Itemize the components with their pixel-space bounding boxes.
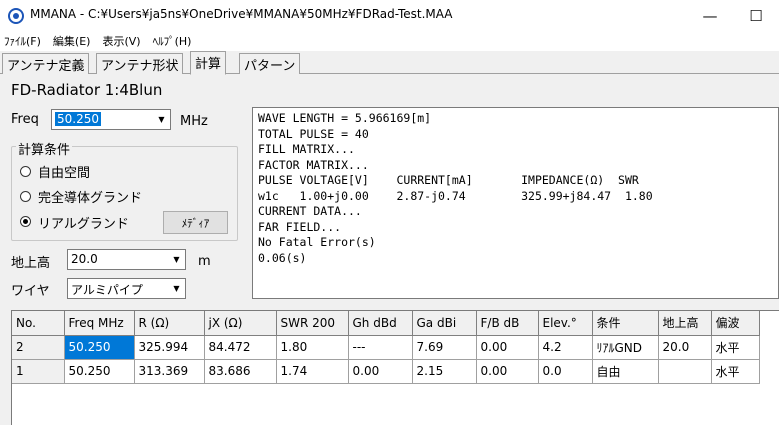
table-cell[interactable]: 0.00 bbox=[348, 359, 413, 384]
menu-help[interactable]: ﾍﾙﾌﾟ(H) bbox=[153, 33, 192, 49]
table-cell[interactable] bbox=[658, 359, 712, 384]
maximize-button[interactable]: ☐ bbox=[733, 0, 779, 31]
table-row[interactable]: 1 50.250 313.369 83.686 1.74 0.00 2.15 0.00 0.0 自… bbox=[12, 359, 760, 384]
media-button[interactable]: ﾒﾃﾞｨｱ bbox=[163, 211, 228, 234]
table-cell[interactable]: 水平 bbox=[711, 335, 760, 360]
table-cell[interactable]: 50.250 bbox=[64, 359, 135, 384]
table-cell[interactable]: 313.369 bbox=[134, 359, 205, 384]
tab-antenna-shape[interactable]: アンテナ形状 bbox=[96, 53, 184, 74]
radio-perfect-ground[interactable] bbox=[20, 191, 31, 202]
table-cell[interactable]: 0.0 bbox=[538, 359, 593, 384]
title-bar: MMANA - C:¥Users¥ja5ns¥OneDrive¥MMANA¥50… bbox=[0, 0, 779, 31]
column-header[interactable]: jX (Ω) bbox=[204, 311, 277, 336]
output-line: FILL MATRIX... bbox=[258, 142, 355, 156]
output-line: CURRENT DATA... bbox=[258, 204, 362, 218]
freq-combo[interactable]: 50.250 ▼ bbox=[51, 109, 171, 130]
tab-calculation[interactable]: 計算 bbox=[190, 51, 227, 75]
radio-free-space[interactable] bbox=[20, 166, 31, 177]
results-table: No. Freq MHz R (Ω) jX (Ω) SWR 200 Gh dBd Ga dB… bbox=[12, 311, 760, 384]
row-number-cell[interactable]: 1 bbox=[12, 359, 65, 384]
tab-strip: アンテナ定義 アンテナ形状 計算 パターン bbox=[0, 51, 779, 75]
height-unit: m bbox=[198, 254, 211, 269]
row-number-cell[interactable]: 2 bbox=[12, 335, 65, 360]
column-header[interactable]: R (Ω) bbox=[134, 311, 205, 336]
freq-label: Freq bbox=[11, 112, 39, 127]
menu-view[interactable]: 表示(V) bbox=[102, 33, 140, 49]
calculation-output[interactable]: WAVE LENGTH = 5.966169[m] TOTAL PULSE = 4… bbox=[252, 107, 779, 299]
conditions-group-title: 計算条件 bbox=[16, 139, 73, 158]
column-header[interactable]: 偏波 bbox=[711, 311, 760, 336]
table-cell[interactable]: 水平 bbox=[711, 359, 760, 384]
table-cell[interactable]: 7.69 bbox=[412, 335, 477, 360]
table-cell[interactable]: 0.00 bbox=[476, 335, 539, 360]
table-cell[interactable]: 0.00 bbox=[476, 359, 539, 384]
column-header[interactable]: F/B dB bbox=[476, 311, 539, 336]
table-row[interactable]: 2 50.250 325.994 84.472 1.80 --- 7.69 0.00 4.2 ﾘｱ… bbox=[12, 335, 760, 360]
freq-unit: MHz bbox=[180, 114, 208, 129]
mmana-app-icon bbox=[8, 8, 24, 24]
column-header[interactable]: Ga dBi bbox=[412, 311, 477, 336]
menu-bar: ﾌｧｲﾙ(F) 編集(E) 表示(V) ﾍﾙﾌﾟ(H) bbox=[0, 31, 779, 51]
freq-value: 50.250 bbox=[55, 112, 101, 126]
project-name: FD-Radiator 1:4Blun bbox=[11, 81, 163, 99]
height-label: 地上高 bbox=[11, 256, 51, 271]
column-header[interactable]: Elev.° bbox=[538, 311, 593, 336]
radio-perfect-ground-label: 完全導体グランド bbox=[38, 191, 143, 206]
table-cell[interactable]: 20.0 bbox=[658, 335, 712, 360]
wire-value: アルミパイプ bbox=[71, 283, 143, 297]
output-line: 0.06(s) bbox=[258, 250, 307, 265]
chevron-down-icon[interactable]: ▼ bbox=[168, 250, 185, 269]
table-cell[interactable]: 4.2 bbox=[538, 335, 593, 360]
tab-pattern[interactable]: パターン bbox=[239, 53, 301, 74]
column-header[interactable]: No. bbox=[12, 311, 65, 336]
menu-file[interactable]: ﾌｧｲﾙ(F) bbox=[4, 33, 41, 49]
table-cell[interactable]: ﾘｱﾙGND bbox=[592, 335, 659, 360]
output-line: PULSE VOLTAGE[V] CURRENT[mA] IMPEDANCE(Ω… bbox=[258, 173, 639, 187]
table-cell[interactable]: 2.15 bbox=[412, 359, 477, 384]
chevron-down-icon[interactable]: ▼ bbox=[153, 110, 170, 129]
output-line: FACTOR MATRIX... bbox=[258, 157, 369, 172]
column-header[interactable]: 地上高 bbox=[658, 311, 712, 336]
output-line: No Fatal Error(s) bbox=[258, 235, 376, 249]
wire-combo[interactable]: アルミパイプ ▼ bbox=[67, 278, 186, 299]
table-cell[interactable]: 1.80 bbox=[276, 335, 349, 360]
results-grid[interactable]: No. Freq MHz R (Ω) jX (Ω) SWR 200 Gh dBd Ga dB… bbox=[11, 310, 779, 425]
table-cell[interactable]: 83.686 bbox=[204, 359, 277, 384]
height-value: 20.0 bbox=[71, 252, 98, 266]
output-line: FAR FIELD... bbox=[258, 219, 342, 234]
column-header[interactable]: Gh dBd bbox=[348, 311, 413, 336]
column-header[interactable]: 条件 bbox=[592, 311, 659, 336]
window-title: MMANA - C:¥Users¥ja5ns¥OneDrive¥MMANA¥50… bbox=[30, 7, 453, 21]
minimize-button[interactable]: — bbox=[687, 0, 733, 31]
table-cell[interactable]: 自由 bbox=[592, 359, 659, 384]
radio-real-ground-label: リアルグランド bbox=[38, 217, 129, 232]
chevron-down-icon[interactable]: ▼ bbox=[168, 279, 185, 298]
table-cell[interactable]: 1.74 bbox=[276, 359, 349, 384]
table-cell[interactable]: 325.994 bbox=[134, 335, 205, 360]
tab-antenna-definition[interactable]: アンテナ定義 bbox=[2, 53, 90, 74]
radio-real-ground[interactable] bbox=[20, 216, 31, 227]
radio-free-space-label: 自由空間 bbox=[38, 166, 91, 181]
output-line: w1c 1.00+j0.00 2.87-j0.74 325.99+j84.47 … bbox=[258, 188, 653, 203]
column-header[interactable]: Freq MHz bbox=[64, 311, 135, 336]
table-header-row: No. Freq MHz R (Ω) jX (Ω) SWR 200 Gh dBd Ga dB… bbox=[12, 311, 760, 336]
height-combo[interactable]: 20.0 ▼ bbox=[67, 249, 186, 270]
table-cell[interactable]: --- bbox=[348, 335, 413, 360]
output-line: WAVE LENGTH = 5.966169[m] bbox=[258, 111, 432, 125]
table-cell[interactable]: 84.472 bbox=[204, 335, 277, 360]
table-cell[interactable]: 50.250 bbox=[64, 335, 135, 360]
wire-label: ワイヤ bbox=[11, 284, 50, 299]
menu-edit[interactable]: 編集(E) bbox=[53, 33, 91, 49]
column-header[interactable]: SWR 200 bbox=[276, 311, 349, 336]
output-line: TOTAL PULSE = 40 bbox=[258, 126, 369, 141]
